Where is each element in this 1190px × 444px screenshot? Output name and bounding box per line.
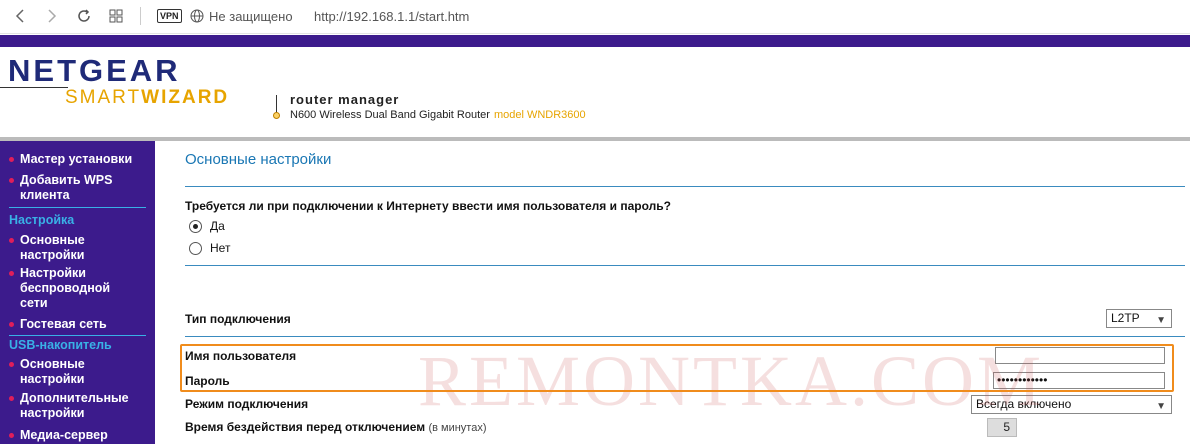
sidebar-item-label: Добавить WPS клиента (20, 173, 113, 202)
router-model: model WNDR3600 (493, 109, 586, 121)
connection-mode-value: Всегда включено (976, 397, 1072, 411)
sidebar-item-label: Дополнительные настройки (20, 391, 129, 420)
netgear-logo: NETGEAR (8, 53, 181, 88)
bullet-icon (9, 178, 14, 183)
sidebar-item-media-server[interactable]: Медиа-сервер (9, 428, 108, 443)
page-header: NETGEAR SMARTWIZARD router manager N600 … (0, 47, 1190, 137)
logo-line (0, 87, 68, 88)
sidebar-divider (9, 207, 146, 208)
login-question: Требуется ли при подключении к Интернету… (185, 199, 671, 213)
router-manager-label: router manager (290, 92, 400, 107)
connection-type-value: L2TP (1111, 311, 1140, 325)
radio-no[interactable]: Нет (189, 241, 230, 255)
address-bar[interactable]: http://192.168.1.1/start.htm (314, 9, 469, 24)
sidebar-item-label: Мастер установки (20, 152, 133, 166)
idle-timeout-unit: (в минутах) (428, 422, 487, 434)
reload-icon[interactable] (72, 5, 96, 27)
logo-divider (276, 95, 277, 113)
sidebar-item-setup-wizard[interactable]: Мастер установки (9, 152, 133, 167)
bullet-icon (9, 322, 14, 327)
radio-no-label: Нет (210, 241, 231, 255)
radio-checked-icon[interactable] (189, 219, 202, 233)
chevron-down-icon: ▼ (1156, 401, 1166, 412)
idle-timeout-text: Время бездействия перед отключением (185, 420, 426, 434)
sidebar-section-setup: Настройка (9, 213, 75, 227)
sidebar-item-label: Гостевая сеть (20, 317, 107, 331)
sidebar: Мастер установки Добавить WPS клиента На… (0, 141, 155, 444)
bullet-icon (9, 238, 14, 243)
sidebar-item-usb-basic[interactable]: Основные настройки (9, 357, 110, 387)
idle-timeout-input[interactable]: 5 (987, 418, 1017, 437)
purple-top-bar (0, 35, 1190, 47)
radio-yes[interactable]: Да (189, 219, 225, 233)
chevron-down-icon: ▼ (1156, 315, 1166, 326)
router-model-desc: N600 Wireless Dual Band Gigabit Router (290, 109, 490, 121)
smart-word: SMART (65, 87, 142, 108)
sidebar-item-label: Настройки беспроводной сети (20, 266, 111, 310)
bullet-icon (9, 271, 14, 276)
smartwizard-logo: SMARTWIZARD (65, 87, 229, 109)
idle-timeout-label: Время бездействия перед отключением (в м… (185, 420, 486, 434)
title-divider (185, 186, 1185, 187)
radio-unchecked-icon[interactable] (189, 241, 202, 255)
wizard-word: WIZARD (141, 87, 230, 108)
sidebar-item-wireless-settings[interactable]: Настройки беспроводной сети (9, 266, 111, 311)
orange-dot-icon (273, 112, 280, 119)
sidebar-item-usb-advanced[interactable]: Дополнительные настройки (9, 391, 145, 421)
connection-type-select[interactable]: L2TP ▼ (1106, 309, 1172, 328)
sidebar-item-label: Основные настройки (20, 357, 85, 386)
connection-mode-label: Режим подключения (185, 397, 309, 411)
sidebar-item-basic-settings[interactable]: Основные настройки (9, 233, 110, 263)
sidebar-divider (9, 335, 146, 336)
router-description: N600 Wireless Dual Band Gigabit Router mo… (290, 109, 586, 121)
tabs-grid-icon[interactable] (104, 5, 128, 27)
forward-icon[interactable] (40, 5, 64, 27)
sidebar-item-guest-network[interactable]: Гостевая сеть (9, 317, 107, 332)
sidebar-section-usb: USB-накопитель (9, 338, 112, 352)
bullet-icon (9, 157, 14, 162)
bullet-icon (9, 396, 14, 401)
security-status[interactable]: Не защищено (209, 9, 293, 24)
back-icon[interactable] (8, 5, 32, 27)
sidebar-item-label: Основные настройки (20, 233, 85, 262)
bullet-icon (9, 433, 14, 438)
connection-mode-select[interactable]: Всегда включено ▼ (971, 395, 1172, 414)
sidebar-item-add-wps[interactable]: Добавить WPS клиента (9, 173, 140, 203)
bullet-icon (9, 362, 14, 367)
sidebar-item-label: Медиа-сервер (20, 428, 108, 442)
main-content: Основные настройки Требуется ли при подк… (155, 141, 1190, 444)
globe-icon[interactable] (190, 9, 204, 23)
highlight-box (180, 344, 1174, 392)
toolbar-divider (140, 7, 141, 25)
section-divider (185, 265, 1185, 266)
page-title: Основные настройки (185, 151, 332, 168)
connection-divider (185, 336, 1185, 337)
connection-type-label: Тип подключения (185, 312, 291, 326)
radio-yes-label: Да (210, 219, 225, 233)
browser-toolbar: VPN Не защищено http://192.168.1.1/start… (0, 0, 1190, 34)
vpn-badge[interactable]: VPN (157, 9, 182, 23)
